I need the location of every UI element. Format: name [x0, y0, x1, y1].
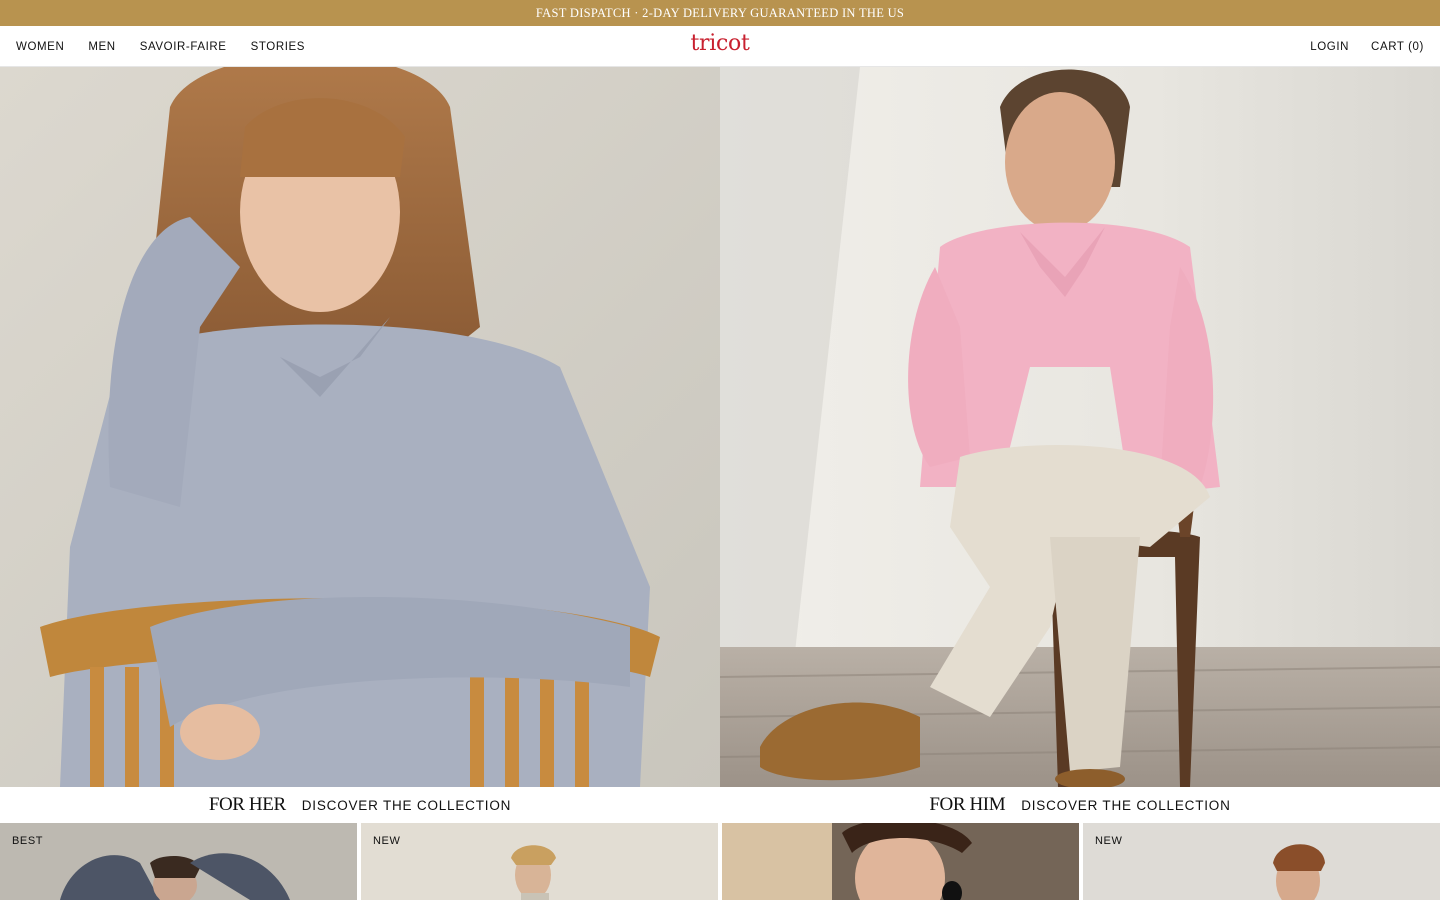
nav-stories[interactable]: STORIES — [251, 41, 305, 53]
announcement-text: FAST DISPATCH · 2-DAY DELIVERY GUARANTEE… — [535, 5, 905, 20]
hero-section — [0, 67, 1440, 787]
nav-savoir-faire[interactable]: SAVOIR-FAIRE — [140, 41, 227, 53]
product-grid: BEST NEW NEW — [0, 823, 1440, 900]
hero-image-him[interactable] — [720, 67, 1440, 787]
brand-logo[interactable]: tricot — [690, 31, 749, 56]
product-badge: NEW — [373, 835, 401, 847]
account-nav: LOGIN CART (0) — [1310, 26, 1424, 67]
product-badge: BEST — [12, 835, 44, 847]
for-him-cta[interactable]: DISCOVER THE COLLECTION — [1021, 798, 1230, 813]
for-her-link[interactable]: FOR HER DISCOVER THE COLLECTION — [0, 787, 720, 823]
main-nav: WOMEN MEN SAVOIR-FAIRE STORIES — [16, 26, 305, 67]
product-image — [722, 823, 1079, 900]
announcement-bar: FAST DISPATCH · 2-DAY DELIVERY GUARANTEE… — [0, 0, 1440, 26]
login-link[interactable]: LOGIN — [1310, 41, 1349, 53]
product-image — [0, 823, 357, 900]
product-image — [1083, 823, 1440, 900]
product-card[interactable]: NEW — [361, 823, 718, 900]
for-him-link[interactable]: FOR HIM DISCOVER THE COLLECTION — [720, 787, 1440, 823]
hero-image-her[interactable] — [0, 67, 720, 787]
nav-men[interactable]: MEN — [88, 41, 115, 53]
product-card[interactable]: NEW — [1083, 823, 1440, 900]
for-him-title: FOR HIM — [929, 794, 1006, 815]
woman-photo — [0, 67, 720, 787]
for-her-title: FOR HER — [208, 794, 286, 815]
product-image — [361, 823, 718, 900]
hero-captions: FOR HER DISCOVER THE COLLECTION FOR HIM … — [0, 787, 1440, 823]
site-header: WOMEN MEN SAVOIR-FAIRE STORIES tricot LO… — [0, 26, 1440, 67]
product-card[interactable]: BEST — [0, 823, 357, 900]
product-badge: NEW — [1095, 835, 1123, 847]
cart-link[interactable]: CART (0) — [1371, 41, 1424, 53]
nav-women[interactable]: WOMEN — [16, 41, 64, 53]
man-photo — [720, 67, 1440, 787]
product-card[interactable] — [722, 823, 1079, 900]
for-her-cta[interactable]: DISCOVER THE COLLECTION — [302, 798, 511, 813]
